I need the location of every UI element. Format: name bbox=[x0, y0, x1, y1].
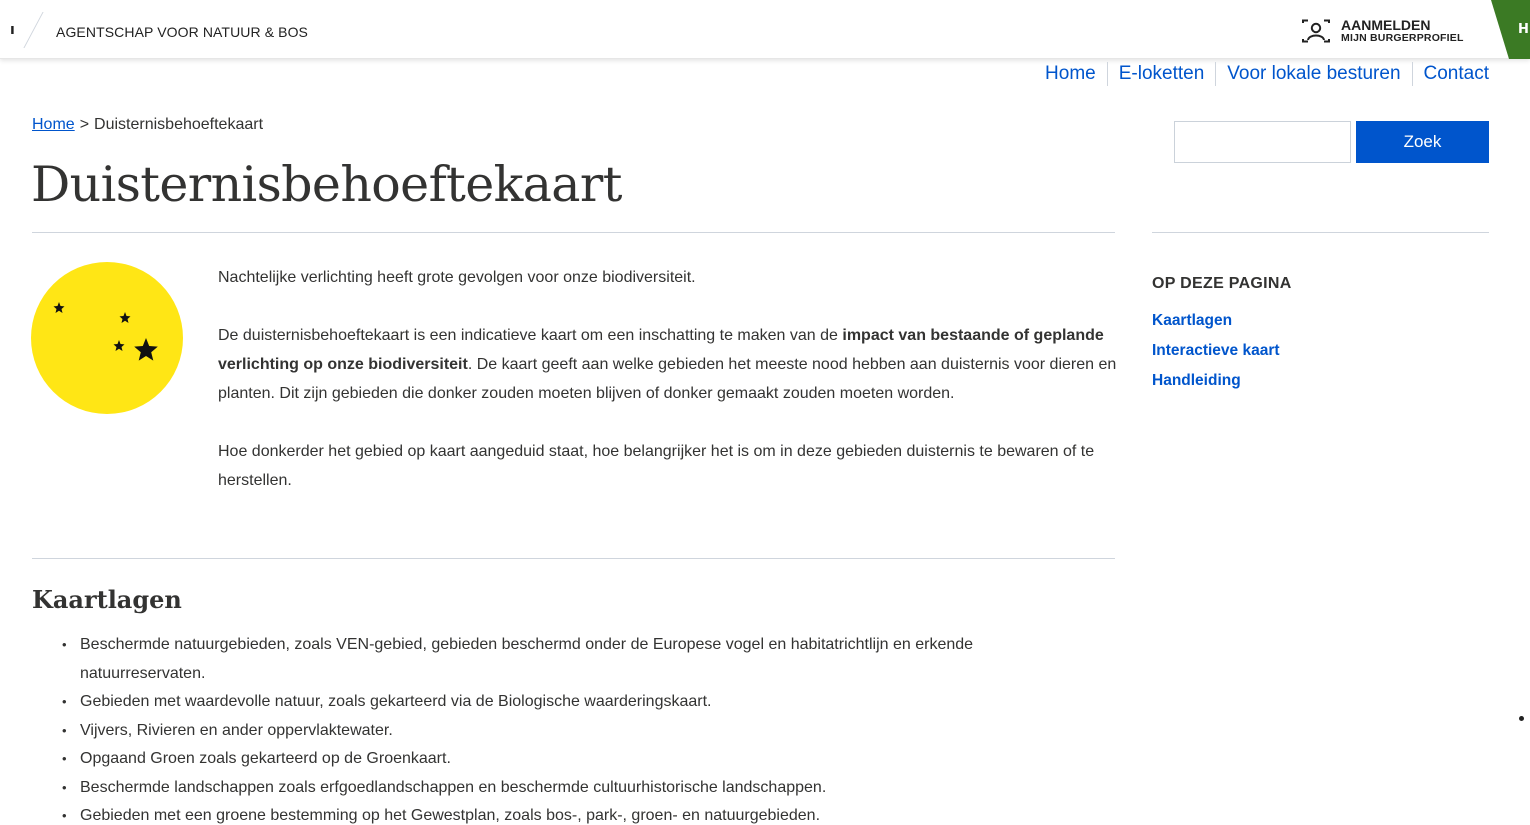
global-header: ı AGENTSCHAP VOOR NATUUR & BOS AANMELDEN… bbox=[0, 0, 1530, 59]
edge-glyph: ı bbox=[10, 22, 15, 38]
login-button[interactable]: AANMELDEN MIJN BURGERPROFIEL bbox=[1300, 16, 1464, 46]
nav-home[interactable]: Home bbox=[1034, 62, 1107, 86]
list-item: Gebieden met een groene bestemming op he… bbox=[60, 802, 1040, 825]
list-item: Gebieden met waardevolle natuur, zoals g… bbox=[60, 688, 1040, 717]
green-tab[interactable]: H bbox=[1491, 0, 1530, 59]
intro-text: Nachtelijke verlichting heeft grote gevo… bbox=[218, 263, 1118, 524]
login-label: AANMELDEN bbox=[1341, 17, 1431, 34]
edge-dot bbox=[1519, 716, 1524, 721]
sidebar-link-kaartlagen[interactable]: Kaartlagen bbox=[1152, 312, 1232, 329]
sidebar-heading: OP DEZE PAGINA bbox=[1152, 275, 1292, 292]
intro-paragraph: Nachtelijke verlichting heeft grote gevo… bbox=[218, 269, 696, 286]
intro-paragraph: De duisternisbehoeftekaart is een indica… bbox=[218, 321, 1118, 408]
breadcrumb: Home > Duisternisbehoeftekaart bbox=[32, 116, 263, 134]
sidebar-link-handleiding[interactable]: Handleiding bbox=[1152, 372, 1241, 389]
sidebar-item: Interactieve kaart bbox=[1152, 340, 1280, 370]
moon-and-stars-icon bbox=[31, 262, 183, 414]
search-button[interactable]: Zoek bbox=[1356, 121, 1489, 163]
profile-frame-icon bbox=[1302, 19, 1330, 43]
search-input[interactable] bbox=[1174, 121, 1351, 163]
sidebar-link-interactieve-kaart[interactable]: Interactieve kaart bbox=[1152, 342, 1280, 359]
sidebar-item: Kaartlagen bbox=[1152, 310, 1280, 340]
sidebar-item: Handleiding bbox=[1152, 370, 1280, 400]
list-item: Vijvers, Rivieren en ander oppervlaktewa… bbox=[60, 717, 1040, 746]
section-divider bbox=[32, 558, 1115, 559]
list-item: Beschermde natuurgebieden, zoals VEN-geb… bbox=[60, 631, 1040, 688]
kaartlagen-heading: Kaartlagen bbox=[32, 585, 182, 614]
login-sublabel: MIJN BURGERPROFIEL bbox=[1341, 32, 1464, 45]
sidebar-divider bbox=[1152, 232, 1489, 233]
green-tab-letter: H bbox=[1518, 22, 1529, 37]
nav-e-loketten[interactable]: E-loketten bbox=[1106, 62, 1216, 86]
agency-name[interactable]: AGENTSCHAP VOOR NATUUR & BOS bbox=[56, 24, 308, 40]
nav-contact[interactable]: Contact bbox=[1411, 62, 1489, 86]
kaartlagen-list: Beschermde natuurgebieden, zoals VEN-geb… bbox=[60, 631, 1040, 825]
list-item: Beschermde landschappen zoals erfgoedlan… bbox=[60, 774, 1040, 803]
list-item: Opgaand Groen zoals gekarteerd op de Gro… bbox=[60, 745, 1040, 774]
page-title: Duisternisbehoeftekaart bbox=[31, 156, 622, 213]
intro-text-part: De duisternisbehoeftekaart is een indica… bbox=[218, 327, 843, 344]
sidebar-list: Kaartlagen Interactieve kaart Handleidin… bbox=[1152, 310, 1280, 400]
breadcrumb-current: Duisternisbehoeftekaart bbox=[94, 116, 264, 133]
title-divider bbox=[32, 232, 1115, 233]
header-divider bbox=[23, 12, 44, 48]
breadcrumb-separator: > bbox=[79, 116, 90, 133]
main-nav: Home E-loketten Voor lokale besturen Con… bbox=[1034, 62, 1489, 86]
breadcrumb-home-link[interactable]: Home bbox=[32, 116, 75, 133]
nav-lokale-besturen[interactable]: Voor lokale besturen bbox=[1215, 62, 1411, 86]
intro-paragraph: Hoe donkerder het gebied op kaart aanged… bbox=[218, 443, 1095, 489]
